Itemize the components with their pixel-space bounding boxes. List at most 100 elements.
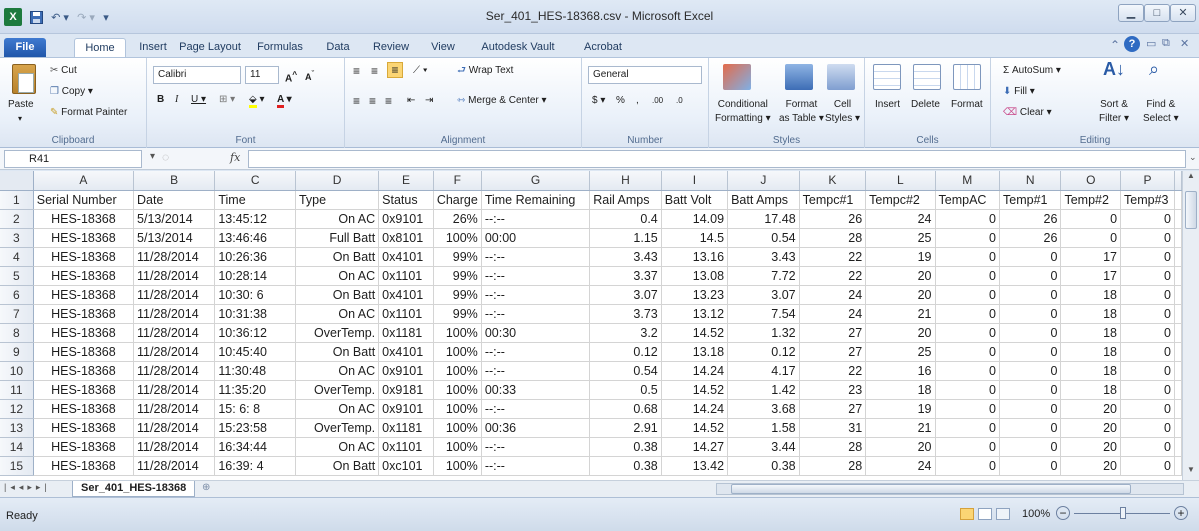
- cell[interactable]: --:--: [481, 209, 591, 229]
- cell[interactable]: 0.38: [589, 437, 662, 457]
- cell[interactable]: 00:33: [481, 380, 591, 400]
- cell-styles-button[interactable]: Cell Styles ▾: [825, 98, 860, 126]
- cell[interactable]: 5/13/2014: [133, 228, 216, 248]
- cell[interactable]: 11/28/2014: [133, 342, 216, 362]
- column-header[interactable]: B: [133, 171, 216, 191]
- cell[interactable]: On AC: [295, 361, 380, 381]
- cell[interactable]: 0x9181: [378, 380, 434, 400]
- cell[interactable]: 11/28/2014: [133, 456, 216, 476]
- cell[interactable]: 0: [999, 418, 1062, 438]
- ribbon-minimize-icon[interactable]: ⌃: [1110, 38, 1120, 52]
- insert-function-button[interactable]: fx: [230, 151, 240, 164]
- cell[interactable]: 0: [1120, 399, 1175, 419]
- cell[interactable]: 23: [799, 380, 867, 400]
- cell[interactable]: OverTemp.: [295, 323, 380, 343]
- cell[interactable]: 11/28/2014: [133, 399, 216, 419]
- row-header[interactable]: 3: [0, 228, 34, 248]
- row-header[interactable]: 6: [0, 285, 34, 305]
- cell[interactable]: 11/28/2014: [133, 323, 216, 343]
- cell[interactable]: 24: [865, 456, 936, 476]
- tab-insert[interactable]: Insert: [134, 38, 172, 58]
- cell[interactable]: 10:36:12: [214, 323, 296, 343]
- zoom-in-icon[interactable]: +: [1174, 506, 1188, 520]
- cell[interactable]: 0: [1120, 266, 1175, 286]
- cell[interactable]: On AC: [295, 209, 380, 229]
- find-select-button[interactable]: Find & Select ▾: [1143, 98, 1179, 126]
- cell[interactable]: 1.15: [589, 228, 662, 248]
- cell[interactable]: 0: [1120, 456, 1175, 476]
- sort-filter-button[interactable]: Sort & Filter ▾: [1099, 98, 1129, 126]
- column-header[interactable]: K: [799, 171, 867, 191]
- font-name-select[interactable]: Calibri: [153, 66, 241, 84]
- cell[interactable]: 0: [935, 285, 1001, 305]
- cell[interactable]: 0.38: [727, 456, 800, 476]
- cell[interactable]: 11/28/2014: [133, 380, 216, 400]
- cell[interactable]: 28: [799, 228, 867, 248]
- cell[interactable]: 100%: [433, 361, 482, 381]
- cell[interactable]: HES-18368: [33, 456, 135, 476]
- cell[interactable]: [1174, 418, 1182, 438]
- cell[interactable]: 14.52: [661, 418, 729, 438]
- decrease-decimal-icon[interactable]: .0: [676, 94, 683, 108]
- cell[interactable]: 3.37: [589, 266, 662, 286]
- cell[interactable]: 3.73: [589, 304, 662, 324]
- cell[interactable]: [1174, 342, 1182, 362]
- align-left-icon[interactable]: ≡: [353, 94, 360, 108]
- cell[interactable]: --:--: [481, 285, 591, 305]
- cell[interactable]: HES-18368: [33, 418, 135, 438]
- cell[interactable]: 14.09: [661, 209, 729, 229]
- normal-view-icon[interactable]: [960, 508, 974, 520]
- cell[interactable]: On Batt: [295, 285, 380, 305]
- cell[interactable]: 11/28/2014: [133, 304, 216, 324]
- cell[interactable]: 18: [1060, 361, 1122, 381]
- cell[interactable]: 0.4: [589, 209, 662, 229]
- cell[interactable]: Temp#1: [999, 190, 1062, 210]
- cell[interactable]: 19: [865, 399, 936, 419]
- cell[interactable]: --:--: [481, 456, 591, 476]
- column-header[interactable]: C: [214, 171, 296, 191]
- format-painter-button[interactable]: ✎ Format Painter: [50, 106, 127, 120]
- cell[interactable]: 17: [1060, 247, 1122, 267]
- cell[interactable]: 99%: [433, 304, 482, 324]
- cell[interactable]: 13.16: [661, 247, 729, 267]
- cell[interactable]: 0x9101: [378, 209, 434, 229]
- currency-icon[interactable]: $ ▾: [592, 94, 605, 108]
- cell[interactable]: 0: [999, 437, 1062, 457]
- zoom-out-icon[interactable]: −: [1056, 506, 1070, 520]
- cell[interactable]: [1174, 266, 1182, 286]
- page-break-view-icon[interactable]: [996, 508, 1010, 520]
- zoom-level[interactable]: 100%: [1022, 508, 1050, 520]
- workbook-close-icon[interactable]: ✕: [1180, 37, 1189, 50]
- row-header[interactable]: 15: [0, 456, 34, 476]
- cell[interactable]: 10:31:38: [214, 304, 296, 324]
- increase-decimal-icon[interactable]: .00: [652, 94, 663, 108]
- sheet-navigation-icon[interactable]: |◂◂▸▸|: [4, 482, 51, 493]
- cell[interactable]: 24: [865, 209, 936, 229]
- workbook-minimize-icon[interactable]: ▭: [1146, 37, 1156, 50]
- cell[interactable]: HES-18368: [33, 437, 135, 457]
- format-cells-button[interactable]: Format: [951, 98, 983, 112]
- cell[interactable]: On AC: [295, 266, 380, 286]
- column-header[interactable]: J: [727, 171, 800, 191]
- cell[interactable]: 22: [799, 247, 867, 267]
- cell[interactable]: 0: [935, 342, 1001, 362]
- font-size-select[interactable]: 11: [245, 66, 279, 84]
- cell[interactable]: Time: [214, 190, 296, 210]
- insert-sheet-icon[interactable]: ⊕: [202, 482, 210, 493]
- number-format-select[interactable]: General: [588, 66, 702, 84]
- cell[interactable]: HES-18368: [33, 209, 135, 229]
- tab-home[interactable]: Home: [74, 38, 126, 58]
- cell[interactable]: --:--: [481, 361, 591, 381]
- tab-formulas[interactable]: Formulas: [254, 38, 306, 58]
- wrap-text-button[interactable]: ⮐ Wrap Text: [457, 64, 513, 78]
- cell[interactable]: HES-18368: [33, 266, 135, 286]
- cell[interactable]: 10:26:36: [214, 247, 296, 267]
- cell[interactable]: 0x4101: [378, 247, 434, 267]
- cell[interactable]: 0: [999, 323, 1062, 343]
- cell[interactable]: 0x4101: [378, 285, 434, 305]
- cell[interactable]: 27: [799, 323, 867, 343]
- vertical-scrollbar[interactable]: ▲ ▼: [1182, 171, 1199, 480]
- row-header[interactable]: 7: [0, 304, 34, 324]
- italic-button[interactable]: I: [175, 93, 178, 107]
- cell[interactable]: HES-18368: [33, 304, 135, 324]
